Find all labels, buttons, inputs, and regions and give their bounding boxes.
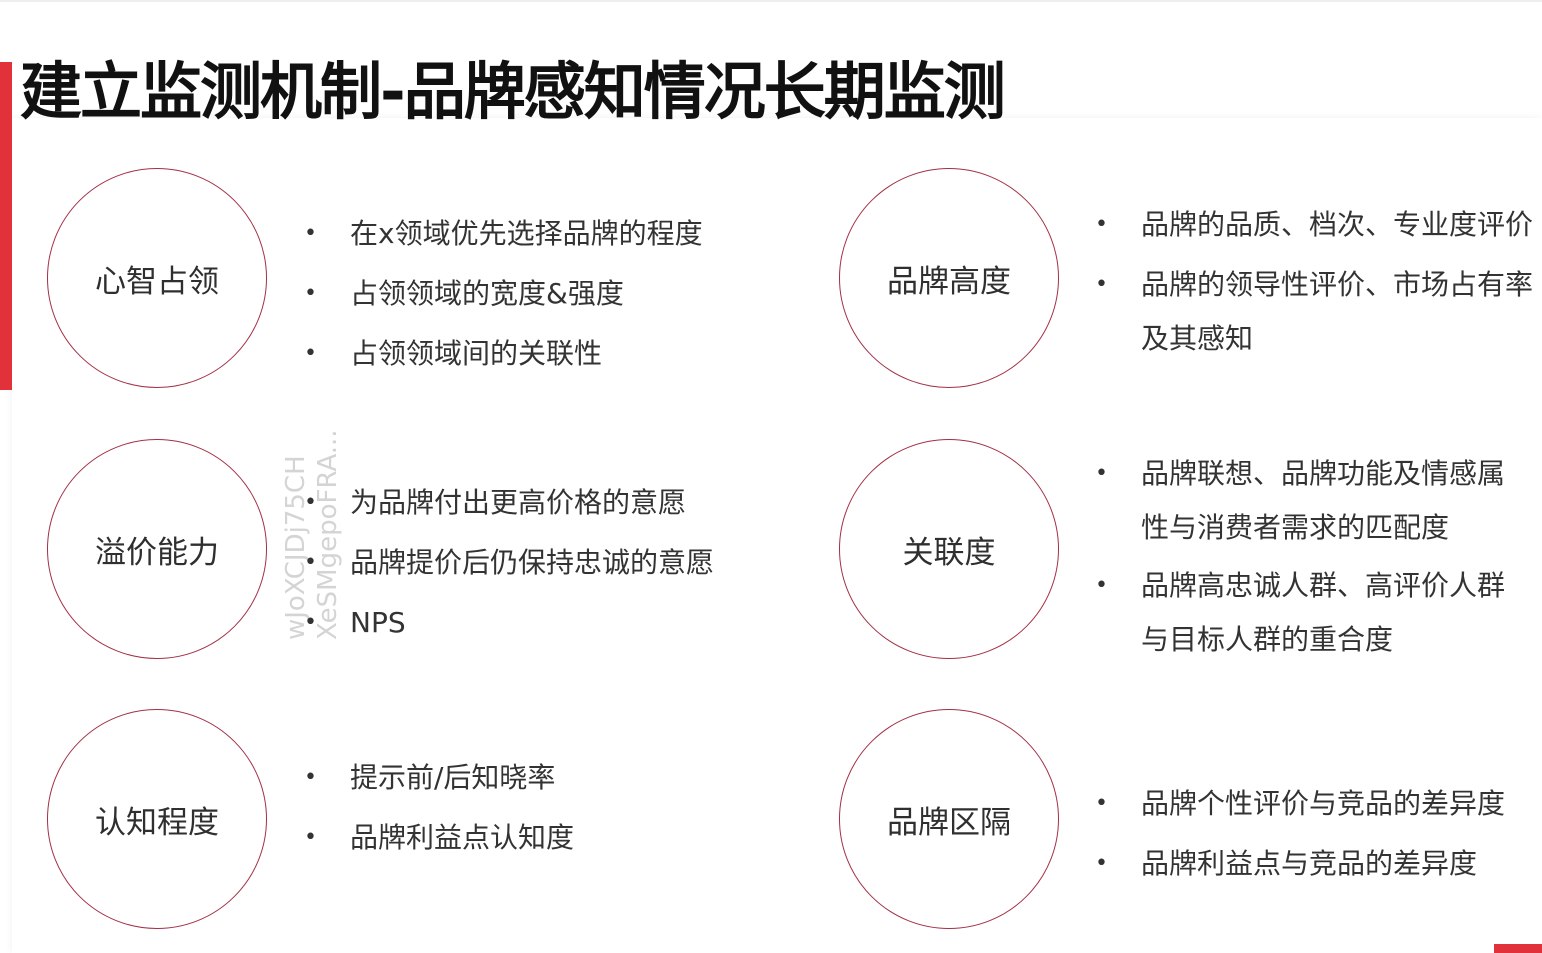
circle-relevance: 关联度 xyxy=(839,439,1059,659)
list-item: • 为品牌付出更高价格的意愿 xyxy=(304,473,714,533)
bullet-text: 提示前/后知晓率 xyxy=(350,761,556,794)
list-item: • 品牌个性评价与竞品的差异度 xyxy=(1095,774,1506,834)
bullet-dot: • xyxy=(304,341,317,366)
circle-premium: 溢价能力 xyxy=(47,439,267,659)
list-item: • 品牌利益点与竞品的差异度 xyxy=(1095,834,1505,894)
page-title: 建立监测机制-品牌感知情况长期监测 xyxy=(20,55,1006,128)
corner-accent xyxy=(1494,944,1542,953)
bullet-text: 品牌高忠诚人群、高评价人群 xyxy=(1141,569,1506,602)
bullet-list-differentiation: • 品牌个性评价与竞品的差异度 • 品牌利益点与竞品的差异度 xyxy=(1095,774,1506,894)
bullet-dot: • xyxy=(304,490,317,515)
bullet-text-continued: 及其感知 xyxy=(1141,322,1254,355)
bullet-dot: • xyxy=(1095,461,1108,486)
list-item: • NPS xyxy=(304,593,714,653)
list-item: • 品牌的领导性评价、市场占有率 及其感知 xyxy=(1095,258,1534,366)
bullet-dot: • xyxy=(1095,212,1108,237)
circle-brand-height: 品牌高度 xyxy=(839,168,1059,388)
bullet-text-continued: 性与消费者需求的匹配度 xyxy=(1141,511,1450,544)
bullet-list-relevance: • 品牌联想、品牌功能及情感属 性与消费者需求的匹配度 • 品牌高忠诚人群、高评价人群… xyxy=(1095,447,1506,667)
list-item: • 品牌高忠诚人群、高评价人群 与目标人群的重合度 xyxy=(1095,559,1506,667)
bullet-dot: • xyxy=(1095,851,1108,876)
list-item: • 品牌利益点认知度 xyxy=(304,808,575,868)
list-item: • 品牌提价后仍保持忠诚的意愿 xyxy=(304,533,715,593)
bullet-text: 品牌提价后仍保持忠诚的意愿 xyxy=(350,546,715,579)
bullet-text: 品牌联想、品牌功能及情感属 xyxy=(1141,457,1506,490)
bullet-list-awareness: • 提示前/后知晓率 • 品牌利益点认知度 xyxy=(304,748,575,868)
bullet-dot: • xyxy=(304,550,317,575)
list-item: • 在x领域优先选择品牌的程度 xyxy=(304,204,703,264)
bullet-text: 品牌利益点认知度 xyxy=(350,821,575,854)
bullet-dot: • xyxy=(1095,573,1108,598)
bullet-text: 占领领域间的关联性 xyxy=(350,337,603,370)
slide: 建立监测机制-品牌感知情况长期监测 wJoXCJDj75CH XeSMgepoF… xyxy=(0,0,1542,953)
bullet-dot: • xyxy=(304,610,317,635)
list-item: • 品牌的品质、档次、专业度评价 xyxy=(1095,198,1534,252)
bullet-dot: • xyxy=(1095,791,1108,816)
bullet-text-continued: 与目标人群的重合度 xyxy=(1141,623,1394,656)
bullet-dot: • xyxy=(304,825,317,850)
bullet-text: 品牌个性评价与竞品的差异度 xyxy=(1141,787,1506,820)
list-item: • 提示前/后知晓率 xyxy=(304,748,574,808)
bullet-text: NPS xyxy=(350,606,406,639)
bullet-dot: • xyxy=(1095,272,1108,297)
bullet-text: 品牌利益点与竞品的差异度 xyxy=(1141,847,1478,880)
bullet-text: 品牌的品质、档次、专业度评价 xyxy=(1141,208,1534,241)
bullet-text: 品牌的领导性评价、市场占有率 xyxy=(1141,268,1534,301)
bullet-dot: • xyxy=(304,765,317,790)
bullet-list-brand-height: • 品牌的品质、档次、专业度评价 • 品牌的领导性评价、市场占有率 及其感知 xyxy=(1095,198,1534,366)
bullet-list-premium: • 为品牌付出更高价格的意愿 • 品牌提价后仍保持忠诚的意愿 • NPS xyxy=(304,473,715,653)
circle-awareness: 认知程度 xyxy=(47,709,267,929)
circle-differentiation: 品牌区隔 xyxy=(839,709,1059,929)
accent-bar xyxy=(0,62,12,390)
list-item: • 品牌联想、品牌功能及情感属 性与消费者需求的匹配度 xyxy=(1095,447,1506,555)
bullet-list-mind-share: • 在x领域优先选择品牌的程度 • 占领领域的宽度&强度 • 占领领域间的关联性 xyxy=(304,204,703,384)
list-item: • 占领领域间的关联性 xyxy=(304,324,703,384)
bullet-text: 为品牌付出更高价格的意愿 xyxy=(350,486,687,519)
bullet-dot: • xyxy=(304,281,317,306)
list-item: • 占领领域的宽度&强度 xyxy=(304,264,703,324)
bullet-dot: • xyxy=(304,221,317,246)
top-divider xyxy=(0,0,1542,2)
bullet-text: 占领领域的宽度&强度 xyxy=(350,277,624,310)
bullet-text: 在x领域优先选择品牌的程度 xyxy=(350,217,703,250)
circle-mind-share: 心智占领 xyxy=(47,168,267,388)
